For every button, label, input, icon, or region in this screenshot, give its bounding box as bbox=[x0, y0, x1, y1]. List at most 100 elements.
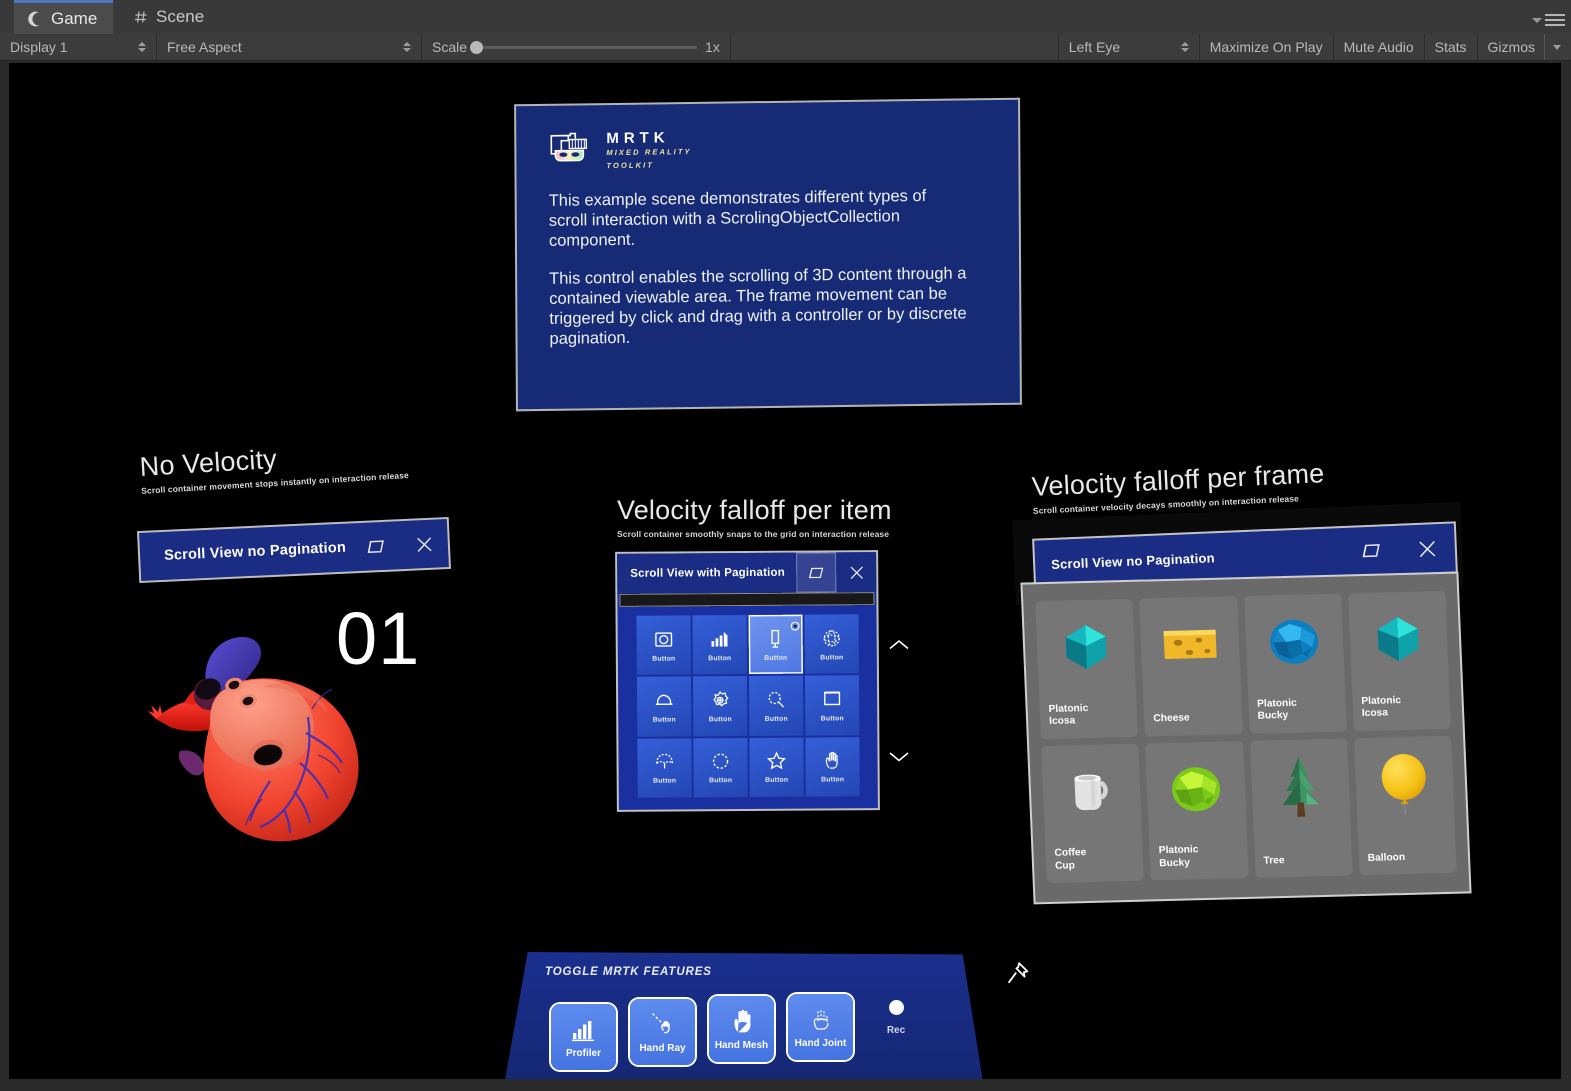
follow-me-icon[interactable] bbox=[351, 521, 401, 571]
section-heading-center: Velocity falloff per item Scroll contain… bbox=[617, 495, 892, 540]
close-icon[interactable] bbox=[399, 519, 449, 569]
grid-button-label: Button bbox=[765, 777, 789, 785]
left-bar-title: Scroll View no Pagination bbox=[163, 539, 347, 564]
gizmos-dropdown[interactable]: Gizmos bbox=[1478, 34, 1571, 60]
bucky-green-icon bbox=[1146, 751, 1246, 827]
stats-toggle[interactable]: Stats bbox=[1425, 34, 1478, 60]
rec-label: Rec bbox=[886, 1025, 906, 1036]
close-icon[interactable] bbox=[1398, 523, 1456, 573]
object-cell-tree[interactable]: Tree bbox=[1249, 737, 1353, 878]
mrtk-headset-icon bbox=[548, 131, 592, 173]
chevron-updown-icon bbox=[1180, 42, 1189, 52]
grid-button-label: Button bbox=[708, 716, 732, 724]
object-cell-platonic-bucky-green[interactable]: Platonic Bucky bbox=[1145, 740, 1249, 881]
close-icon[interactable] bbox=[836, 552, 876, 592]
chevron-down-icon[interactable] bbox=[1544, 34, 1561, 60]
left-scroll-view-titlebar: Scroll View no Pagination bbox=[139, 519, 449, 581]
icosahedron-teal-icon bbox=[1036, 609, 1136, 685]
right-scroll-view-body[interactable]: Platonic Icosa Cheese Platonic Bucky Pla… bbox=[1022, 573, 1470, 903]
object-cell-cheese[interactable]: Cheese bbox=[1139, 596, 1243, 737]
section-heading-left: No Velocity Scroll container movement st… bbox=[139, 438, 409, 496]
toggle-button-row: Profiler Hand Ray Hand Mesh Hand Joint bbox=[551, 994, 853, 1070]
grid-button-cloud[interactable]: Button bbox=[636, 676, 692, 737]
scroll-clipping-band bbox=[619, 592, 875, 607]
toggle-button-profiler[interactable]: Profiler bbox=[551, 1004, 616, 1070]
mute-audio-toggle[interactable]: Mute Audio bbox=[1334, 34, 1425, 60]
window-icon bbox=[821, 688, 843, 710]
grid-button-search[interactable]: Button bbox=[748, 675, 804, 736]
object-cell-balloon[interactable]: Balloon bbox=[1353, 735, 1457, 876]
grid-button-window[interactable]: Button bbox=[804, 675, 860, 736]
grid-button-star[interactable]: Button bbox=[749, 737, 804, 797]
volume-bars-icon bbox=[709, 628, 731, 650]
magnifier-icon bbox=[765, 689, 787, 711]
follow-me-icon[interactable] bbox=[796, 552, 837, 593]
maximize-on-play-toggle[interactable]: Maximize On Play bbox=[1200, 34, 1334, 60]
toggle-button-hand-mesh[interactable]: Hand Mesh bbox=[709, 996, 774, 1062]
info-paragraph-2: This control enables the scrolling of 3D… bbox=[549, 264, 967, 348]
object-cell-coffee-cup[interactable]: Coffee Cup bbox=[1041, 743, 1145, 884]
eye-dropdown[interactable]: Left Eye bbox=[1059, 34, 1200, 60]
object-grid[interactable]: Platonic Icosa Cheese Platonic Bucky Pla… bbox=[1035, 590, 1457, 884]
object-cell-platonic-bucky-blue[interactable]: Platonic Bucky bbox=[1243, 593, 1347, 734]
center-section-subtitle: Scroll container smoothly snaps to the g… bbox=[617, 529, 890, 539]
center-scroll-view-titlebar: Scroll View with Pagination bbox=[617, 552, 877, 594]
heart-3d-model[interactable] bbox=[142, 623, 387, 858]
grid-button-umbrella[interactable]: Button bbox=[637, 738, 692, 798]
center-scroll-view-panel[interactable]: Scroll View with Pagination Button Butto… bbox=[617, 552, 878, 810]
object-cell-platonic-icosa-2[interactable]: Platonic Icosa bbox=[1347, 590, 1451, 731]
page-up-chevron-icon[interactable] bbox=[886, 631, 912, 657]
scale-slider[interactable] bbox=[470, 40, 698, 54]
grid-button-mobile-device[interactable]: Button bbox=[748, 614, 803, 675]
toggle-button-label: Hand Mesh bbox=[714, 1039, 769, 1051]
object-label: Balloon bbox=[1367, 851, 1406, 864]
grid-button-label: Button bbox=[709, 777, 733, 785]
hologram-sphere-icon bbox=[821, 627, 843, 649]
toggle-mrtk-features-panel: TOGGLE MRTK FEATURES Profiler Hand Ray H… bbox=[501, 952, 987, 1079]
toggle-button-hand-ray[interactable]: Hand Ray bbox=[630, 999, 695, 1065]
object-cell-platonic-icosa[interactable]: Platonic Icosa bbox=[1035, 598, 1139, 739]
grid-button-volume[interactable]: Button bbox=[692, 615, 747, 675]
chevron-updown-icon bbox=[403, 42, 411, 52]
grid-button-hologram[interactable]: Button bbox=[804, 614, 859, 674]
hand-mesh-icon bbox=[729, 1008, 755, 1034]
mrtk-word: MRTK bbox=[606, 129, 670, 148]
display-dropdown[interactable]: Display 1 bbox=[0, 34, 157, 60]
hamburger-menu-icon[interactable] bbox=[1525, 12, 1565, 28]
tab-game-label: Game bbox=[51, 8, 98, 28]
grid-button-label: Button bbox=[821, 776, 845, 784]
mrtk-sub-line2: TOOLKIT bbox=[606, 160, 654, 171]
yellow-balloon-icon bbox=[1354, 745, 1454, 821]
toggle-button-label: Hand Joint bbox=[794, 1037, 847, 1049]
toggle-button-hand-joint[interactable]: Hand Joint bbox=[788, 994, 853, 1060]
gizmos-label: Gizmos bbox=[1487, 39, 1535, 55]
object-label: Cheese bbox=[1153, 712, 1190, 725]
game-render-surface[interactable]: MRTK MIXED REALITY TOOLKIT This example … bbox=[9, 63, 1561, 1079]
follow-me-icon[interactable] bbox=[1342, 526, 1400, 576]
menu-caret-icon bbox=[1532, 17, 1542, 23]
settings-gear-icon bbox=[709, 689, 731, 711]
maximize-on-play-label: Maximize On Play bbox=[1209, 39, 1323, 55]
scroll-button-grid[interactable]: Button Button Button Button Button Butto… bbox=[636, 614, 860, 798]
rec-indicator-group[interactable]: Rec bbox=[871, 1000, 921, 1036]
mrtk-logo: MRTK MIXED REALITY TOOLKIT bbox=[548, 129, 692, 173]
tab-game[interactable]: Game bbox=[14, 0, 114, 34]
grid-button-refresh[interactable]: Button bbox=[693, 737, 748, 798]
grid-button-label: Button bbox=[820, 715, 844, 723]
center-section-title: Velocity falloff per item bbox=[617, 495, 892, 525]
bucky-blue-icon bbox=[1244, 604, 1344, 680]
tab-scene[interactable]: Scene bbox=[119, 0, 220, 34]
info-slate-body: This example scene demonstrates differen… bbox=[549, 186, 970, 367]
grid-button-camera[interactable]: Button bbox=[636, 615, 691, 676]
pushpin-cursor-icon bbox=[1005, 960, 1031, 988]
aspect-dropdown-value: Free Aspect bbox=[167, 39, 242, 55]
grid-button-hand[interactable]: Button bbox=[805, 736, 860, 797]
scale-slider-knob[interactable] bbox=[470, 40, 484, 54]
grid-button-settings[interactable]: Button bbox=[692, 676, 748, 737]
scale-slider-group[interactable]: Scale 1x bbox=[422, 34, 731, 60]
grid-button-label: Button bbox=[653, 777, 677, 785]
aspect-dropdown[interactable]: Free Aspect bbox=[157, 34, 422, 60]
page-down-chevron-icon[interactable] bbox=[886, 743, 912, 769]
toggle-button-label: Profiler bbox=[565, 1047, 601, 1059]
mobile-device-icon bbox=[765, 627, 787, 649]
